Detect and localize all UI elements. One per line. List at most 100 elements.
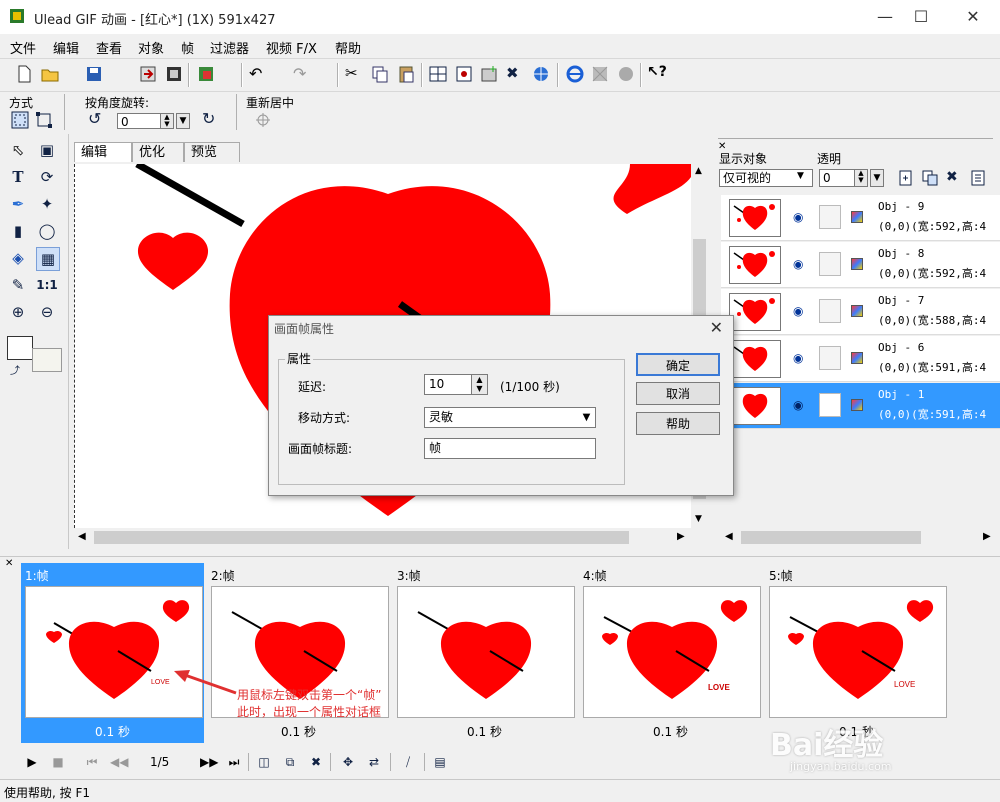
new-object-icon[interactable]: [897, 169, 915, 187]
maximize-button[interactable]: ☐: [898, 0, 944, 34]
menu-edit[interactable]: 编辑: [53, 38, 79, 57]
delete-object-icon[interactable]: ✖: [946, 169, 958, 185]
rotate-left-icon[interactable]: ↺: [88, 109, 101, 128]
scroll-down-icon[interactable]: ▼: [695, 514, 702, 524]
frame-properties-icon[interactable]: [454, 64, 474, 84]
transition-icon[interactable]: ⧸: [400, 754, 416, 770]
text-tool-icon[interactable]: T: [7, 166, 29, 188]
actual-size-icon[interactable]: 1:1: [36, 274, 58, 296]
visibility-eye-icon[interactable]: ◉: [793, 210, 803, 224]
scroll-right-icon[interactable]: ▶: [983, 531, 991, 542]
object-row[interactable]: ◉ Obj - 6 (0,0)(宽:591,高:4: [721, 336, 1000, 382]
visibility-eye-icon[interactable]: ◉: [793, 398, 803, 412]
rotate-angle-input[interactable]: 0: [117, 113, 161, 129]
add-image-icon[interactable]: [480, 64, 500, 84]
background-color-swatch[interactable]: [32, 348, 62, 372]
duplicate-frame-icon[interactable]: ⧉: [282, 754, 298, 770]
lock-checkbox[interactable]: [819, 205, 841, 229]
lasso-tool-icon[interactable]: ◯: [36, 220, 58, 242]
delete-frame-icon[interactable]: ✖: [308, 754, 324, 770]
ok-button[interactable]: 确定: [636, 353, 720, 376]
menu-view[interactable]: 查看: [96, 38, 122, 57]
chevron-down-icon[interactable]: ▼: [578, 409, 595, 426]
undo-icon[interactable]: ↶: [249, 64, 269, 84]
menu-object[interactable]: 对象: [138, 38, 164, 57]
recenter-icon[interactable]: [255, 112, 271, 128]
object-row[interactable]: ◉ Obj - 8 (0,0)(宽:592,高:4: [721, 242, 1000, 288]
duplicate-object-icon[interactable]: [921, 169, 939, 187]
close-button[interactable]: ✕: [950, 0, 996, 34]
paste-icon[interactable]: [396, 64, 416, 84]
frame-panel-close-icon[interactable]: ✕: [5, 558, 13, 569]
redo-icon[interactable]: ↷: [293, 64, 313, 84]
tab-preview[interactable]: 预览: [184, 142, 240, 162]
context-help-icon[interactable]: ↖?: [647, 64, 667, 84]
pointer-tool-icon[interactable]: ⬁: [7, 139, 29, 161]
import-icon[interactable]: [138, 64, 158, 84]
visibility-eye-icon[interactable]: ◉: [793, 304, 803, 318]
lock-checkbox[interactable]: [819, 346, 841, 370]
object-properties-icon[interactable]: [969, 169, 987, 187]
menu-help[interactable]: 帮助: [335, 38, 361, 57]
export-icon[interactable]: [164, 64, 184, 84]
cancel-button[interactable]: 取消: [636, 382, 720, 405]
color-picker-icon[interactable]: [196, 64, 216, 84]
object-scroll-thumb[interactable]: [741, 531, 921, 544]
delay-input[interactable]: 10: [424, 374, 472, 395]
frame-caption-input[interactable]: 帧: [424, 438, 596, 459]
delay-spin-buttons[interactable]: ▲ ▼: [471, 374, 488, 395]
rotate-spin-buttons[interactable]: ▲ ▼: [160, 113, 174, 129]
magic-wand-tool-icon[interactable]: ✦: [36, 193, 58, 215]
marquee-tool-icon[interactable]: ▣: [36, 139, 58, 161]
swap-colors-icon[interactable]: ⤴: [10, 362, 20, 377]
web-disabled-icon[interactable]: [616, 64, 636, 84]
next-frame-icon[interactable]: ▶▶: [200, 754, 218, 770]
transform-mode-icon[interactable]: [11, 111, 29, 129]
canvas-horizontal-scrollbar[interactable]: ◀ ▶: [74, 529, 691, 546]
menu-filter[interactable]: 过滤器: [210, 38, 249, 57]
scroll-up-icon[interactable]: ▲: [695, 166, 702, 176]
visibility-eye-icon[interactable]: ◉: [793, 257, 803, 271]
play-icon[interactable]: ▶: [24, 754, 40, 770]
frame-thumb-1[interactable]: 1:帧 LOVE 0.1 秒: [21, 563, 204, 743]
menu-frame[interactable]: 帧: [181, 38, 194, 57]
first-frame-icon[interactable]: ⏮: [84, 754, 100, 770]
help-button[interactable]: 帮助: [636, 412, 720, 435]
tab-optimize[interactable]: 优化: [132, 142, 184, 162]
lock-checkbox[interactable]: [819, 299, 841, 323]
frame-thumb-3[interactable]: 3:帧 0.1 秒: [393, 563, 576, 743]
cut-icon[interactable]: ✂: [345, 64, 365, 84]
globe-add-icon[interactable]: [532, 64, 552, 84]
zoom-out-icon[interactable]: ⊖: [36, 301, 58, 323]
frame-thumb-4[interactable]: 4:帧 LOVE 0.1 秒: [579, 563, 762, 743]
transform-tool-icon[interactable]: ▦: [36, 247, 60, 271]
object-row[interactable]: ◉ Obj - 9 (0,0)(宽:592,高:4: [721, 195, 1000, 241]
save-icon[interactable]: [84, 64, 104, 84]
opacity-spin-buttons[interactable]: ▲ ▼: [854, 169, 868, 187]
opacity-input[interactable]: 0: [819, 169, 855, 187]
crop-icon[interactable]: ✖: [506, 64, 526, 84]
tab-edit[interactable]: 编辑: [74, 142, 132, 162]
dialog-close-icon[interactable]: ✕: [710, 318, 723, 337]
internet-explorer-icon[interactable]: [565, 64, 585, 84]
new-file-icon[interactable]: [14, 64, 34, 84]
copy-icon[interactable]: [370, 64, 390, 84]
stop-icon[interactable]: ■: [50, 754, 66, 770]
last-frame-icon[interactable]: ⏭: [226, 754, 242, 770]
frame-thumb-5[interactable]: 5:帧 LOVE 0.1 秒: [765, 563, 948, 743]
rotate-dropdown-button[interactable]: ▼: [176, 113, 190, 129]
add-frame-icon[interactable]: ◫: [256, 754, 272, 770]
opacity-dropdown-button[interactable]: ▼: [870, 169, 884, 187]
frame-properties-button-icon[interactable]: ▤: [432, 754, 448, 770]
optimize-disabled-icon[interactable]: [590, 64, 610, 84]
object-row[interactable]: ◉ Obj - 7 (0,0)(宽:588,高:4: [721, 289, 1000, 335]
menu-video-fx[interactable]: 视频 F/X: [266, 38, 317, 57]
frame-grid-icon[interactable]: [428, 64, 448, 84]
visibility-eye-icon[interactable]: ◉: [793, 351, 803, 365]
tween-icon[interactable]: ✥: [340, 754, 356, 770]
lock-checkbox[interactable]: [819, 393, 841, 417]
object-row-selected[interactable]: ◉ Obj - 1 (0,0)(宽:591,高:4: [721, 383, 1000, 429]
scroll-left-icon[interactable]: ◀: [78, 531, 86, 542]
menu-file[interactable]: 文件: [10, 38, 36, 57]
lock-checkbox[interactable]: [819, 252, 841, 276]
